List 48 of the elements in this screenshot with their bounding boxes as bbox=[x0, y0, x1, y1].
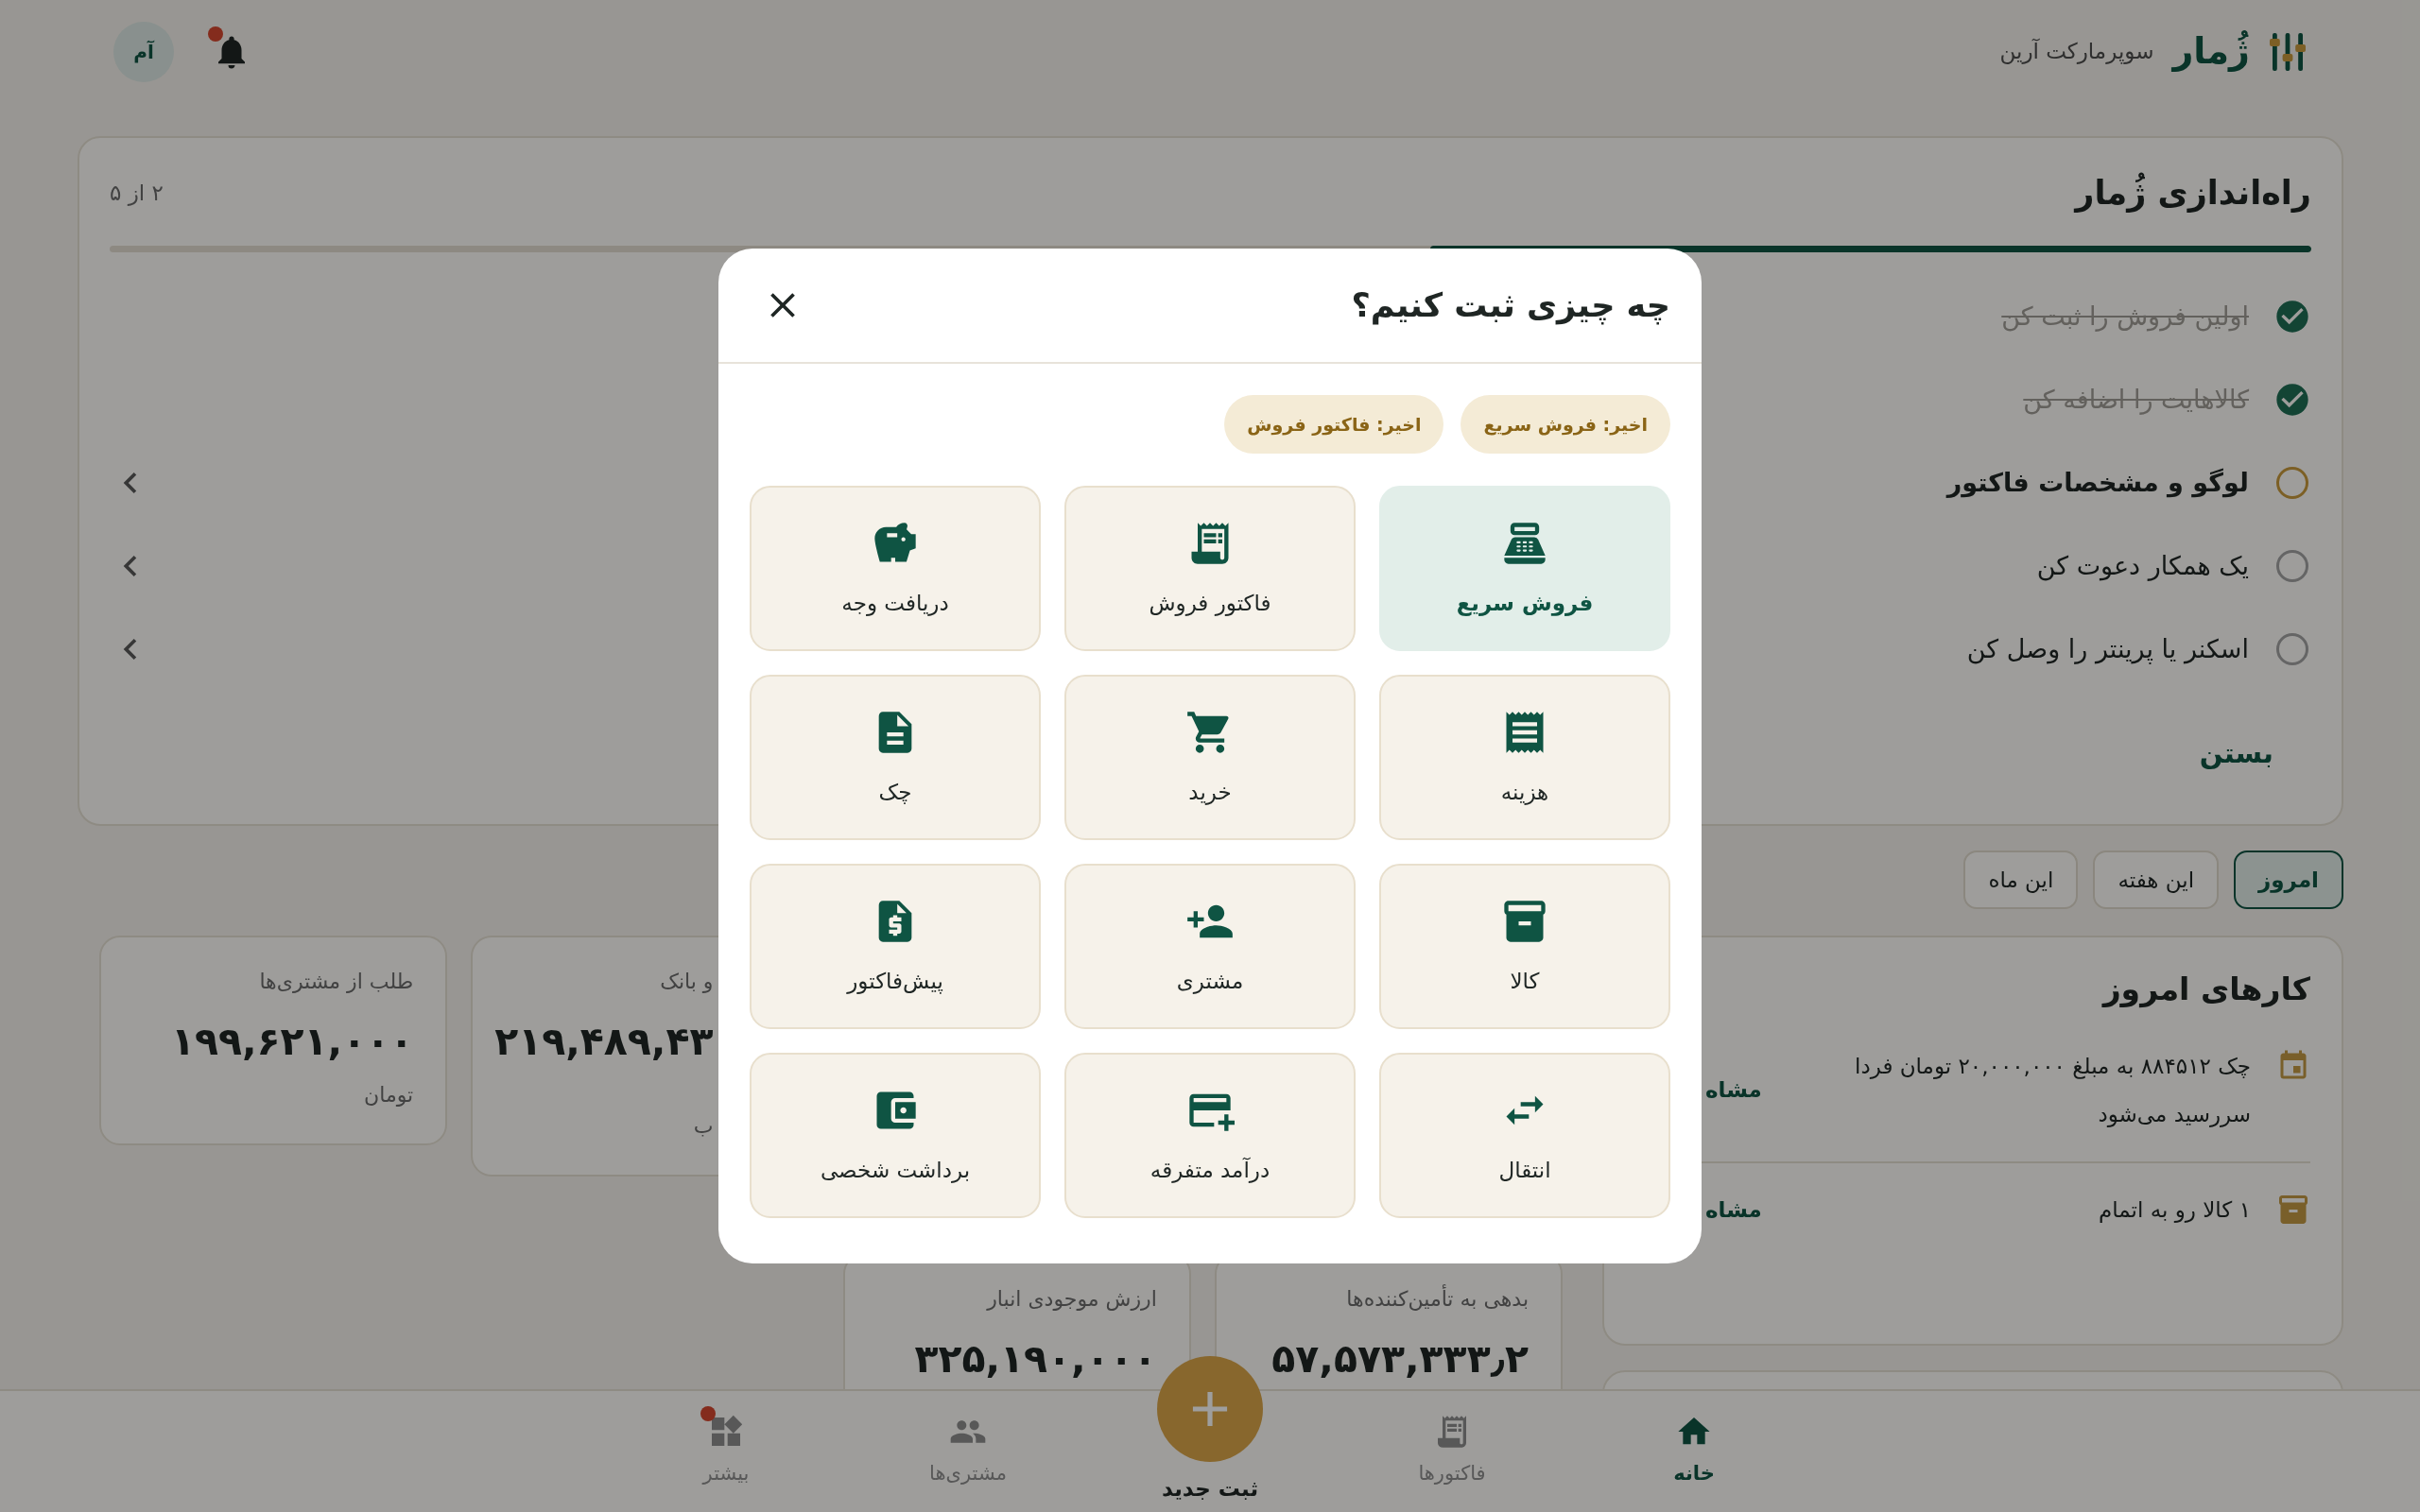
step-label: کالاهایت را اضافه کن bbox=[2023, 384, 2249, 417]
stat-label: طلب از مشتری‌ها bbox=[259, 969, 414, 995]
recent-chip[interactable]: اخیر: فروش سریع bbox=[1461, 395, 1670, 454]
action-tile[interactable]: هزینه bbox=[1379, 675, 1670, 840]
dialog-title: چه چیزی ثبت کنیم؟ bbox=[1351, 286, 1670, 324]
action-tile[interactable]: انتقال bbox=[1379, 1053, 1670, 1218]
action-tile[interactable]: فروش سریع bbox=[1379, 486, 1670, 651]
action-tile[interactable]: فاکتور فروش bbox=[1064, 486, 1356, 651]
stat-value: ۳۲۵,۱۹۰,۰۰۰ bbox=[914, 1335, 1157, 1383]
step-label: اسکنر یا پرینتر را وصل کن bbox=[1966, 633, 2249, 666]
user-avatar[interactable]: آم bbox=[113, 22, 174, 82]
new-entry-button[interactable]: ثبت جدید bbox=[1157, 1356, 1263, 1502]
action-tile[interactable]: مشتری bbox=[1064, 864, 1356, 1029]
stat-label: بدهی به تأمین‌کننده‌ها bbox=[1346, 1285, 1529, 1314]
action-tile[interactable]: پیش‌فاکتور bbox=[750, 864, 1041, 1029]
action-tile[interactable]: کالا bbox=[1379, 864, 1670, 1029]
sliders-logo-icon bbox=[2269, 33, 2307, 71]
period-tab[interactable]: این هفته bbox=[2093, 850, 2220, 909]
period-tab[interactable]: این ماه bbox=[1963, 850, 2079, 909]
stat-label: و بانک bbox=[660, 969, 714, 995]
view-link[interactable]: مشاه bbox=[1705, 1076, 1762, 1105]
app-name: ژُمار bbox=[2172, 29, 2250, 75]
store-name: سوپرمارکت آرین bbox=[1999, 38, 2154, 66]
action-tile[interactable]: برداشت شخصی bbox=[750, 1053, 1041, 1218]
tasks-title: کارهای امروز bbox=[2100, 970, 2310, 1010]
nav-tab[interactable]: خانه bbox=[1573, 1391, 1815, 1512]
period-tab[interactable]: امروز bbox=[2234, 850, 2343, 909]
stat-value: ۱۹۹,۶۲۱,۰۰۰ bbox=[170, 1018, 414, 1066]
step-label: اولین فروش را ثبت کن bbox=[2001, 301, 2249, 334]
task-text: چک ۸۸۴۵۱۲ به مبلغ ۲۰,۰۰۰,۰۰۰ تومان فردا سررسید می‌شود bbox=[1854, 1053, 2251, 1129]
action-tile[interactable]: درآمد متفرقه bbox=[1064, 1053, 1356, 1218]
step-counter: ۲ از ۵ bbox=[110, 180, 164, 205]
stat-value: ۲۱۹,۴۸۹,۴۳ bbox=[494, 1018, 714, 1066]
stat-note: ب bbox=[693, 1113, 714, 1140]
step-label: لوگو و مشخصات فاکتور bbox=[1946, 467, 2249, 500]
archive-box-icon bbox=[2276, 1193, 2310, 1227]
stat-label: ارزش موجودی انبار bbox=[987, 1286, 1157, 1313]
action-tile[interactable]: چک bbox=[750, 675, 1041, 840]
recent-chip[interactable]: اخیر: فاکتور فروش bbox=[1224, 395, 1444, 454]
setup-title: راه‌اندازی ژُمار bbox=[2075, 174, 2311, 212]
dismiss-button[interactable]: بستن bbox=[2161, 723, 2311, 783]
action-tile[interactable]: دریافت وجه bbox=[750, 486, 1041, 651]
task-text: ۱ کالا رو به اتمام bbox=[2099, 1196, 2251, 1225]
view-link[interactable]: مشاه bbox=[1705, 1195, 1762, 1225]
step-label: یک همکار دعوت کن bbox=[2036, 550, 2249, 583]
action-tile[interactable]: خرید bbox=[1064, 675, 1356, 840]
stat-value: ۵۷,۵۷۳,۳۳۳٫۲ bbox=[1271, 1335, 1529, 1383]
stat-unit: تومان bbox=[364, 1082, 414, 1108]
